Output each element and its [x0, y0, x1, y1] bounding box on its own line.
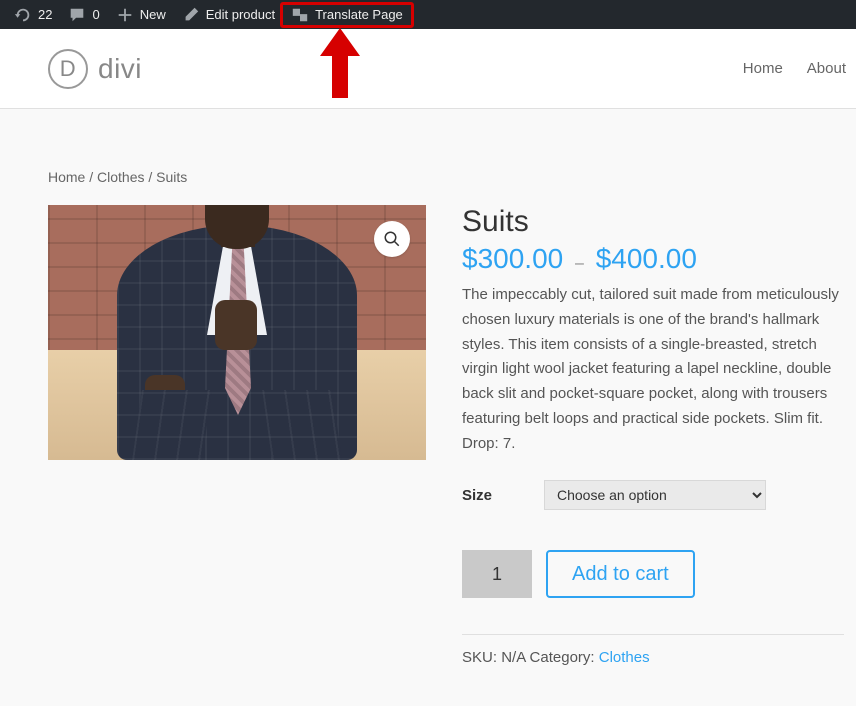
site-logo[interactable]: D divi — [48, 49, 142, 89]
nav-home[interactable]: Home — [743, 60, 783, 77]
price-separator: – — [575, 255, 584, 272]
zoom-button[interactable] — [374, 221, 410, 257]
product-image[interactable] — [48, 205, 426, 460]
admin-bar-comments[interactable]: 0 — [60, 0, 107, 29]
sku-label: SKU: — [462, 649, 501, 666]
breadcrumb[interactable]: Home / Clothes / Suits — [48, 169, 844, 185]
magnifier-icon — [383, 230, 401, 248]
admin-bar-new[interactable]: New — [108, 0, 174, 29]
size-label: Size — [462, 487, 544, 504]
main-nav: Home About — [743, 60, 846, 77]
translate-label: Translate Page — [315, 7, 403, 22]
product-meta: SKU: N/A Category: Clothes — [462, 634, 844, 666]
size-select[interactable]: Choose an option — [544, 480, 766, 510]
product-description: The impeccably cut, tailored suit made f… — [462, 283, 844, 456]
product-price: $300.00 – $400.00 — [462, 243, 844, 275]
admin-bar-translate-page[interactable]: Translate Page — [280, 2, 414, 28]
price-low: 300.00 — [478, 243, 564, 274]
category-label: Category: — [525, 649, 598, 666]
product-title: Suits — [462, 205, 844, 239]
quantity-input[interactable] — [462, 550, 532, 598]
plus-icon — [116, 6, 134, 24]
sku-value: N/A — [501, 649, 525, 666]
new-label: New — [140, 7, 166, 22]
price-high: 400.00 — [611, 243, 697, 274]
updates-count: 22 — [38, 7, 52, 22]
nav-about[interactable]: About — [807, 60, 846, 77]
site-header: D divi Home About — [0, 29, 856, 109]
currency-high: $ — [596, 243, 612, 274]
logo-mark: D — [48, 49, 88, 89]
pencil-icon — [182, 6, 200, 24]
admin-bar-updates[interactable]: 22 — [6, 0, 60, 29]
edit-product-label: Edit product — [206, 7, 275, 22]
wp-admin-bar: 22 0 New Edit product Translate Page — [0, 0, 856, 29]
category-link[interactable]: Clothes — [599, 649, 650, 666]
updates-icon — [14, 6, 32, 24]
logo-text: divi — [98, 53, 142, 85]
translate-icon — [291, 6, 309, 24]
currency-low: $ — [462, 243, 478, 274]
comment-icon — [68, 6, 86, 24]
add-to-cart-button[interactable]: Add to cart — [546, 550, 695, 598]
admin-bar-edit-product[interactable]: Edit product — [174, 0, 283, 29]
comments-count: 0 — [92, 7, 99, 22]
